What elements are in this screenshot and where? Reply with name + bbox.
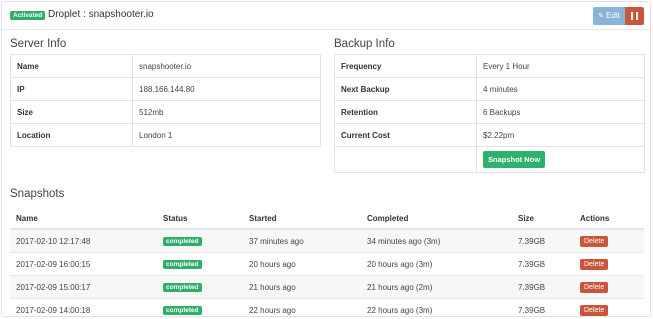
snapshot-name: 2017-02-09 14:00:18 <box>10 298 157 316</box>
backup-info-value: $2.22pm <box>476 123 645 147</box>
snapshot-size: 7.39GB <box>512 275 574 299</box>
delete-button[interactable]: Delete <box>580 235 609 247</box>
droplet-title: Droplet : snapshooter.io <box>48 9 154 20</box>
snapshot-row: 2017-02-09 15:00:17 completed 21 hours a… <box>10 275 644 299</box>
backup-info-title: Backup Info <box>334 38 395 50</box>
server-info-title: Server Info <box>10 38 67 50</box>
snapshot-name: 2017-02-09 15:00:17 <box>10 275 157 299</box>
server-info-table: Name snapshooter.io IP 188.166.144.80 Si… <box>10 54 321 147</box>
server-info-row-name: Name snapshooter.io <box>10 54 321 78</box>
status-badge: completed <box>163 260 202 269</box>
panel-header: Activated Droplet : snapshooter.io ✎ Edit <box>2 2 650 30</box>
snapshot-now-button[interactable]: Snapshot Now <box>483 151 546 168</box>
delete-button[interactable]: Delete <box>580 304 609 316</box>
column-header-size: Size <box>512 208 574 230</box>
column-header-actions: Actions <box>574 208 644 230</box>
snapshots-table: Name Status Started Completed Size Actio… <box>10 208 644 316</box>
snapshot-size: 7.39GB <box>512 252 574 276</box>
column-header-name: Name <box>10 208 157 230</box>
backup-info-row-current-cost: Current Cost $2.22pm <box>334 123 645 147</box>
column-header-status: Status <box>157 208 243 230</box>
backup-info-key: Frequency <box>334 54 477 78</box>
snapshot-row: 2017-02-09 16:00:15 completed 20 hours a… <box>10 252 644 276</box>
snapshot-status-cell: completed <box>157 298 243 316</box>
edit-button-label: Edit <box>606 11 620 20</box>
server-info-value: 512mb <box>132 100 321 124</box>
server-info-key: Name <box>10 54 133 78</box>
snapshot-status-cell: completed <box>157 275 243 299</box>
backup-info-row-retention: Retention 6 Backups <box>334 100 645 124</box>
edit-icon: ✎ <box>598 13 605 20</box>
snapshot-started: 22 hours ago <box>243 298 361 316</box>
activated-badge: Activated <box>10 11 46 20</box>
server-info-key: Location <box>10 123 133 147</box>
server-info-value: 188.166.144.80 <box>132 77 321 101</box>
snapshot-started: 20 hours ago <box>243 252 361 276</box>
snapshots-title: Snapshots <box>10 188 65 200</box>
server-info-key: IP <box>10 77 133 101</box>
snapshot-row: 2017-02-10 12:17:48 completed 37 minutes… <box>10 228 644 253</box>
delete-button[interactable]: Delete <box>580 258 609 270</box>
backup-info-value: Every 1 Hour <box>476 54 645 78</box>
column-header-started: Started <box>243 208 361 230</box>
server-info-value: snapshooter.io <box>132 54 321 78</box>
snapshot-row: 2017-02-09 14:00:18 completed 22 hours a… <box>10 298 644 316</box>
snapshot-completed: 20 hours ago (3m) <box>361 252 512 276</box>
server-info-row-size: Size 512mb <box>10 100 321 124</box>
snapshot-name: 2017-02-09 16:00:15 <box>10 252 157 276</box>
snapshot-actions-cell: Delete <box>574 252 644 276</box>
edit-button[interactable]: ✎ Edit <box>593 7 625 25</box>
snapshot-status-cell: completed <box>157 228 243 253</box>
snapshots-header-row: Name Status Started Completed Size Actio… <box>10 208 644 230</box>
snapshot-status-cell: completed <box>157 252 243 276</box>
backup-info-key: Retention <box>334 100 477 124</box>
snapshot-completed: 22 hours ago (3m) <box>361 298 512 316</box>
snapshot-started: 21 hours ago <box>243 275 361 299</box>
backup-info-key: Next Backup <box>334 77 477 101</box>
status-badge: completed <box>163 237 202 246</box>
snapshot-completed: 21 hours ago (2m) <box>361 275 512 299</box>
server-info-key: Size <box>10 100 133 124</box>
server-info-value: London 1 <box>132 123 321 147</box>
column-header-completed: Completed <box>361 208 512 230</box>
server-info-row-location: Location London 1 <box>10 123 321 147</box>
server-info-row-ip: IP 188.166.144.80 <box>10 77 321 101</box>
backup-info-action-cell: Snapshot Now <box>476 146 645 173</box>
backup-info-key: Current Cost <box>334 123 477 147</box>
status-badge: completed <box>163 306 202 315</box>
backup-info-value: 4 minutes <box>476 77 645 101</box>
snapshot-started: 37 minutes ago <box>243 228 361 253</box>
status-badge: completed <box>163 283 202 292</box>
snapshot-actions-cell: Delete <box>574 228 644 253</box>
backup-info-table: Frequency Every 1 Hour Next Backup 4 min… <box>334 54 645 173</box>
pause-button[interactable] <box>625 7 644 25</box>
snapshot-actions-cell: Delete <box>574 298 644 316</box>
backup-info-value: 6 Backups <box>476 100 645 124</box>
backup-info-row-frequency: Frequency Every 1 Hour <box>334 54 645 78</box>
snapshot-size: 7.39GB <box>512 298 574 316</box>
snapshot-name: 2017-02-10 12:17:48 <box>10 228 157 253</box>
snapshot-completed: 34 minutes ago (3m) <box>361 228 512 253</box>
backup-info-empty-cell <box>334 146 477 173</box>
backup-info-row-next-backup: Next Backup 4 minutes <box>334 77 645 101</box>
backup-info-row-actions: Snapshot Now <box>334 146 645 173</box>
droplet-panel: Activated Droplet : snapshooter.io ✎ Edit… <box>1 1 651 317</box>
snapshot-size: 7.39GB <box>512 228 574 253</box>
snapshot-actions-cell: Delete <box>574 275 644 299</box>
delete-button[interactable]: Delete <box>580 281 609 293</box>
